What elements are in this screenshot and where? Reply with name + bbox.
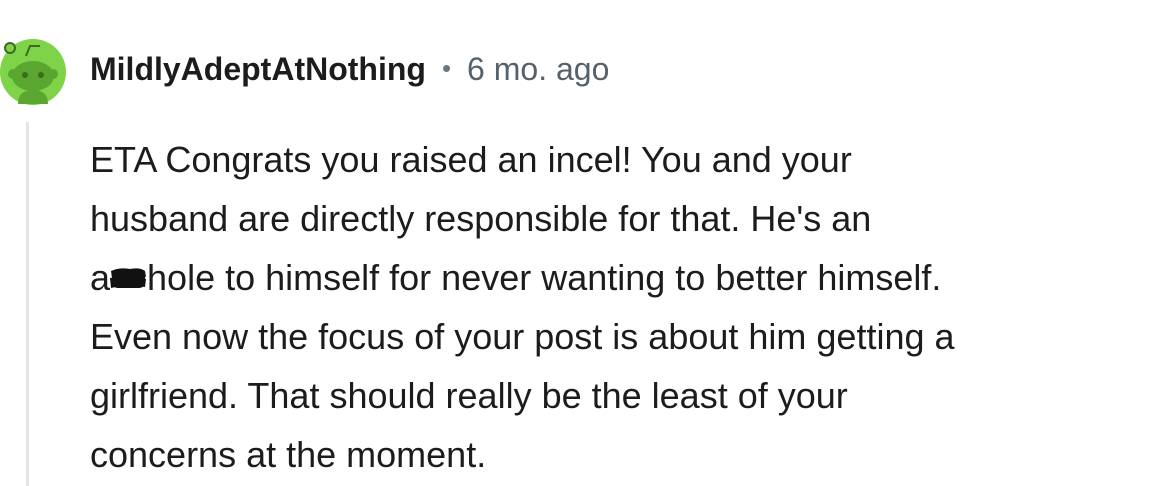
comment-body-line: Even now the focus of your post is about…	[90, 316, 955, 357]
comment-timestamp[interactable]: 6 mo. ago	[467, 51, 609, 88]
comment-body-line: concerns at the moment.	[90, 434, 487, 475]
comment-body: ETA Congrats you raised an incel! You an…	[90, 130, 1152, 484]
redaction-scribble	[108, 263, 147, 293]
meta-separator: •	[441, 52, 452, 83]
comment: MildlyAdeptAtNothing • 6 mo. ago ETA Con…	[0, 0, 1158, 486]
comment-body-line: husband are directly responsible for tha…	[90, 198, 872, 239]
avatar[interactable]	[0, 34, 66, 105]
comment-body-fragment: a	[90, 257, 111, 298]
comment-body-line: girlfriend. That should really be the le…	[90, 375, 848, 416]
username-link[interactable]: MildlyAdeptAtNothing	[90, 51, 426, 88]
comment-body-line: ETA Congrats you raised an incel! You an…	[90, 139, 852, 180]
thread-collapse-line[interactable]	[26, 122, 29, 486]
comment-header: MildlyAdeptAtNothing • 6 mo. ago	[90, 46, 609, 92]
comment-body-fragment: hole to himself for never wanting to bet…	[147, 257, 942, 298]
comment-body-line: a hole to himself for never wanting to be…	[90, 248, 1152, 307]
